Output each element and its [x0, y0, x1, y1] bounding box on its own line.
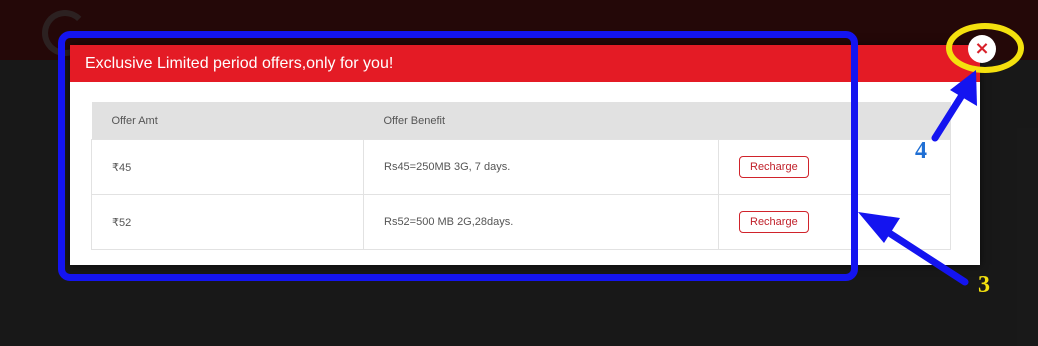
annotation-arrows — [858, 70, 977, 286]
annotation-arrow-4 — [931, 70, 977, 142]
annotation-arrow-3 — [858, 212, 969, 286]
annotation-label-4: 4 — [915, 138, 927, 164]
annotation-label-3: 3 — [978, 272, 990, 298]
